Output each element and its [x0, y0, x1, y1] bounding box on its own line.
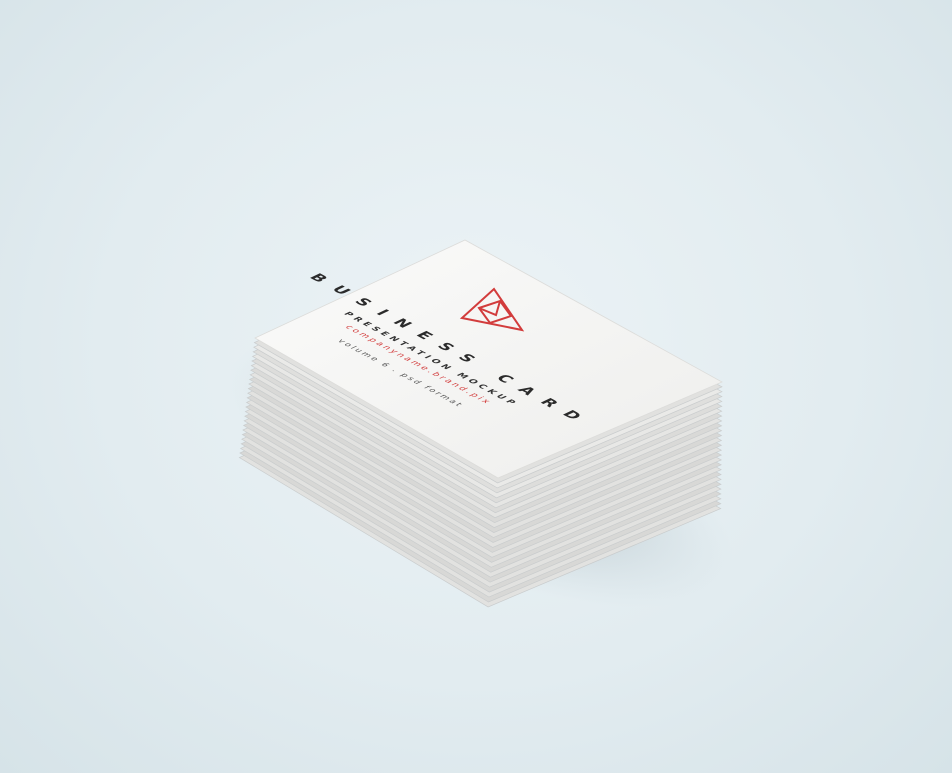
- mockup-scene: BUSINESS CARD PRESENTATION MOCKUP compan…: [226, 239, 734, 608]
